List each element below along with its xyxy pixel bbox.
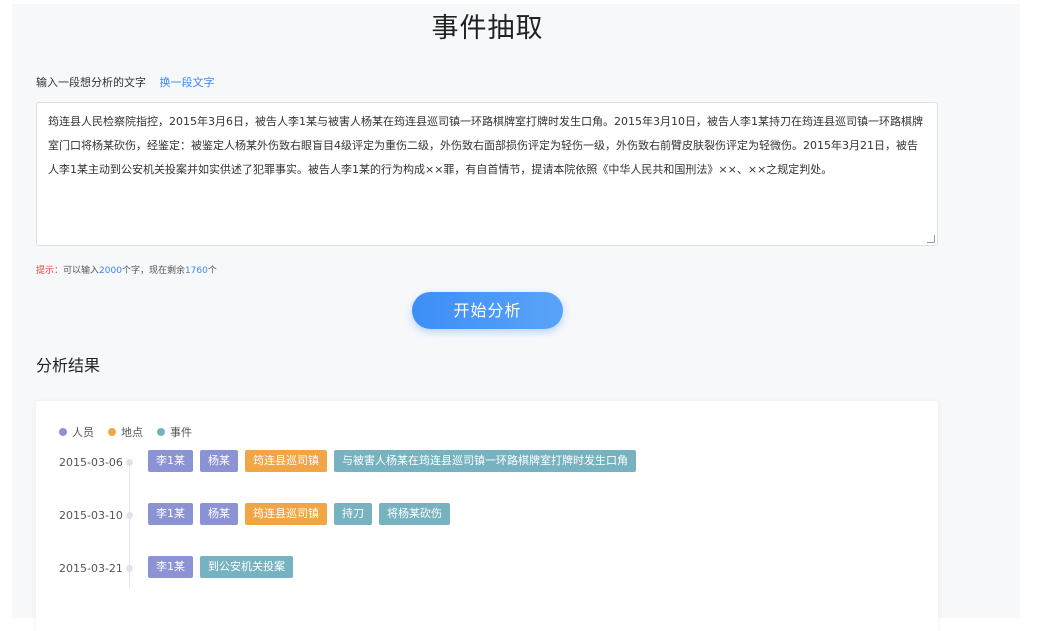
text-input-area[interactable]: 筠连县人民检察院指控，2015年3月6日，被告人李1某与被害人杨某在筠连县巡司镇…	[36, 102, 938, 246]
timeline-tags: 李1某 杨某 筠连县巡司镇 与被害人杨某在筠连县巡司镇一环路棋牌室打牌时发生口角	[148, 450, 636, 472]
legend-label-place: 地点	[121, 426, 143, 439]
person-tag: 李1某	[148, 503, 193, 525]
legend-item-person[interactable]: 人员	[59, 424, 94, 440]
event-tag: 持刀	[334, 503, 372, 525]
hint-suffix: 个	[207, 266, 217, 276]
timeline-date: 2015-03-10	[59, 509, 123, 522]
timeline-dot	[126, 565, 133, 572]
timeline-tags: 李1某 到公安机关投案	[148, 556, 293, 578]
person-tag: 杨某	[200, 503, 238, 525]
legend: 人员 地点 事件	[59, 424, 192, 440]
hint-remaining-count: 1760	[184, 266, 208, 276]
legend-label-event: 事件	[170, 426, 192, 439]
change-text-link[interactable]: 换一段文字	[160, 76, 215, 89]
legend-dot-place	[108, 428, 116, 436]
legend-dot-person	[59, 428, 67, 436]
timeline-dot	[126, 512, 133, 519]
char-count-hint: 提示：可以输入2000个字，现在剩余1760个	[36, 263, 217, 276]
timeline-entry-1: 2015-03-06 李1某 杨某 筠连县巡司镇 与被害人杨某在筠连县巡司镇一环…	[0, 450, 1052, 478]
person-tag: 李1某	[148, 450, 193, 472]
resize-handle[interactable]	[927, 235, 935, 243]
timeline-tags: 李1某 杨某 筠连县巡司镇 持刀 将杨某砍伤	[148, 503, 450, 525]
legend-label-person: 人员	[72, 426, 94, 439]
result-section-title: 分析结果	[36, 356, 101, 375]
hint-max-count: 2000	[99, 266, 122, 276]
hint-middle: 个字，现在剩余	[121, 266, 185, 276]
person-tag: 李1某	[148, 556, 193, 578]
start-analysis-button[interactable]: 开始分析	[412, 292, 563, 329]
person-tag: 杨某	[200, 450, 238, 472]
hint-label: 提示：	[36, 266, 64, 276]
legend-item-event[interactable]: 事件	[157, 424, 192, 440]
input-label: 输入一段想分析的文字	[36, 76, 146, 89]
text-input-value: 筠连县人民检察院指控，2015年3月6日，被告人李1某与被害人杨某在筠连县巡司镇…	[48, 115, 923, 176]
timeline-dot	[126, 459, 133, 466]
page-title: 事件抽取	[431, 13, 544, 44]
hint-prefix: 可以输入	[63, 266, 100, 276]
place-tag: 筠连县巡司镇	[245, 503, 327, 525]
timeline-entry-2: 2015-03-10 李1某 杨某 筠连县巡司镇 持刀 将杨某砍伤	[0, 503, 1052, 531]
timeline-date: 2015-03-06	[59, 456, 123, 469]
event-tag: 到公安机关投案	[200, 556, 293, 578]
event-tag: 将杨某砍伤	[379, 503, 450, 525]
timeline-entry-3: 2015-03-21 李1某 到公安机关投案	[0, 556, 1052, 584]
input-label-row: 输入一段想分析的文字 换一段文字	[36, 74, 215, 90]
place-tag: 筠连县巡司镇	[245, 450, 327, 472]
event-tag: 与被害人杨某在筠连县巡司镇一环路棋牌室打牌时发生口角	[334, 450, 636, 472]
legend-dot-event	[157, 428, 165, 436]
timeline-date: 2015-03-21	[59, 562, 123, 575]
legend-item-place[interactable]: 地点	[108, 424, 143, 440]
